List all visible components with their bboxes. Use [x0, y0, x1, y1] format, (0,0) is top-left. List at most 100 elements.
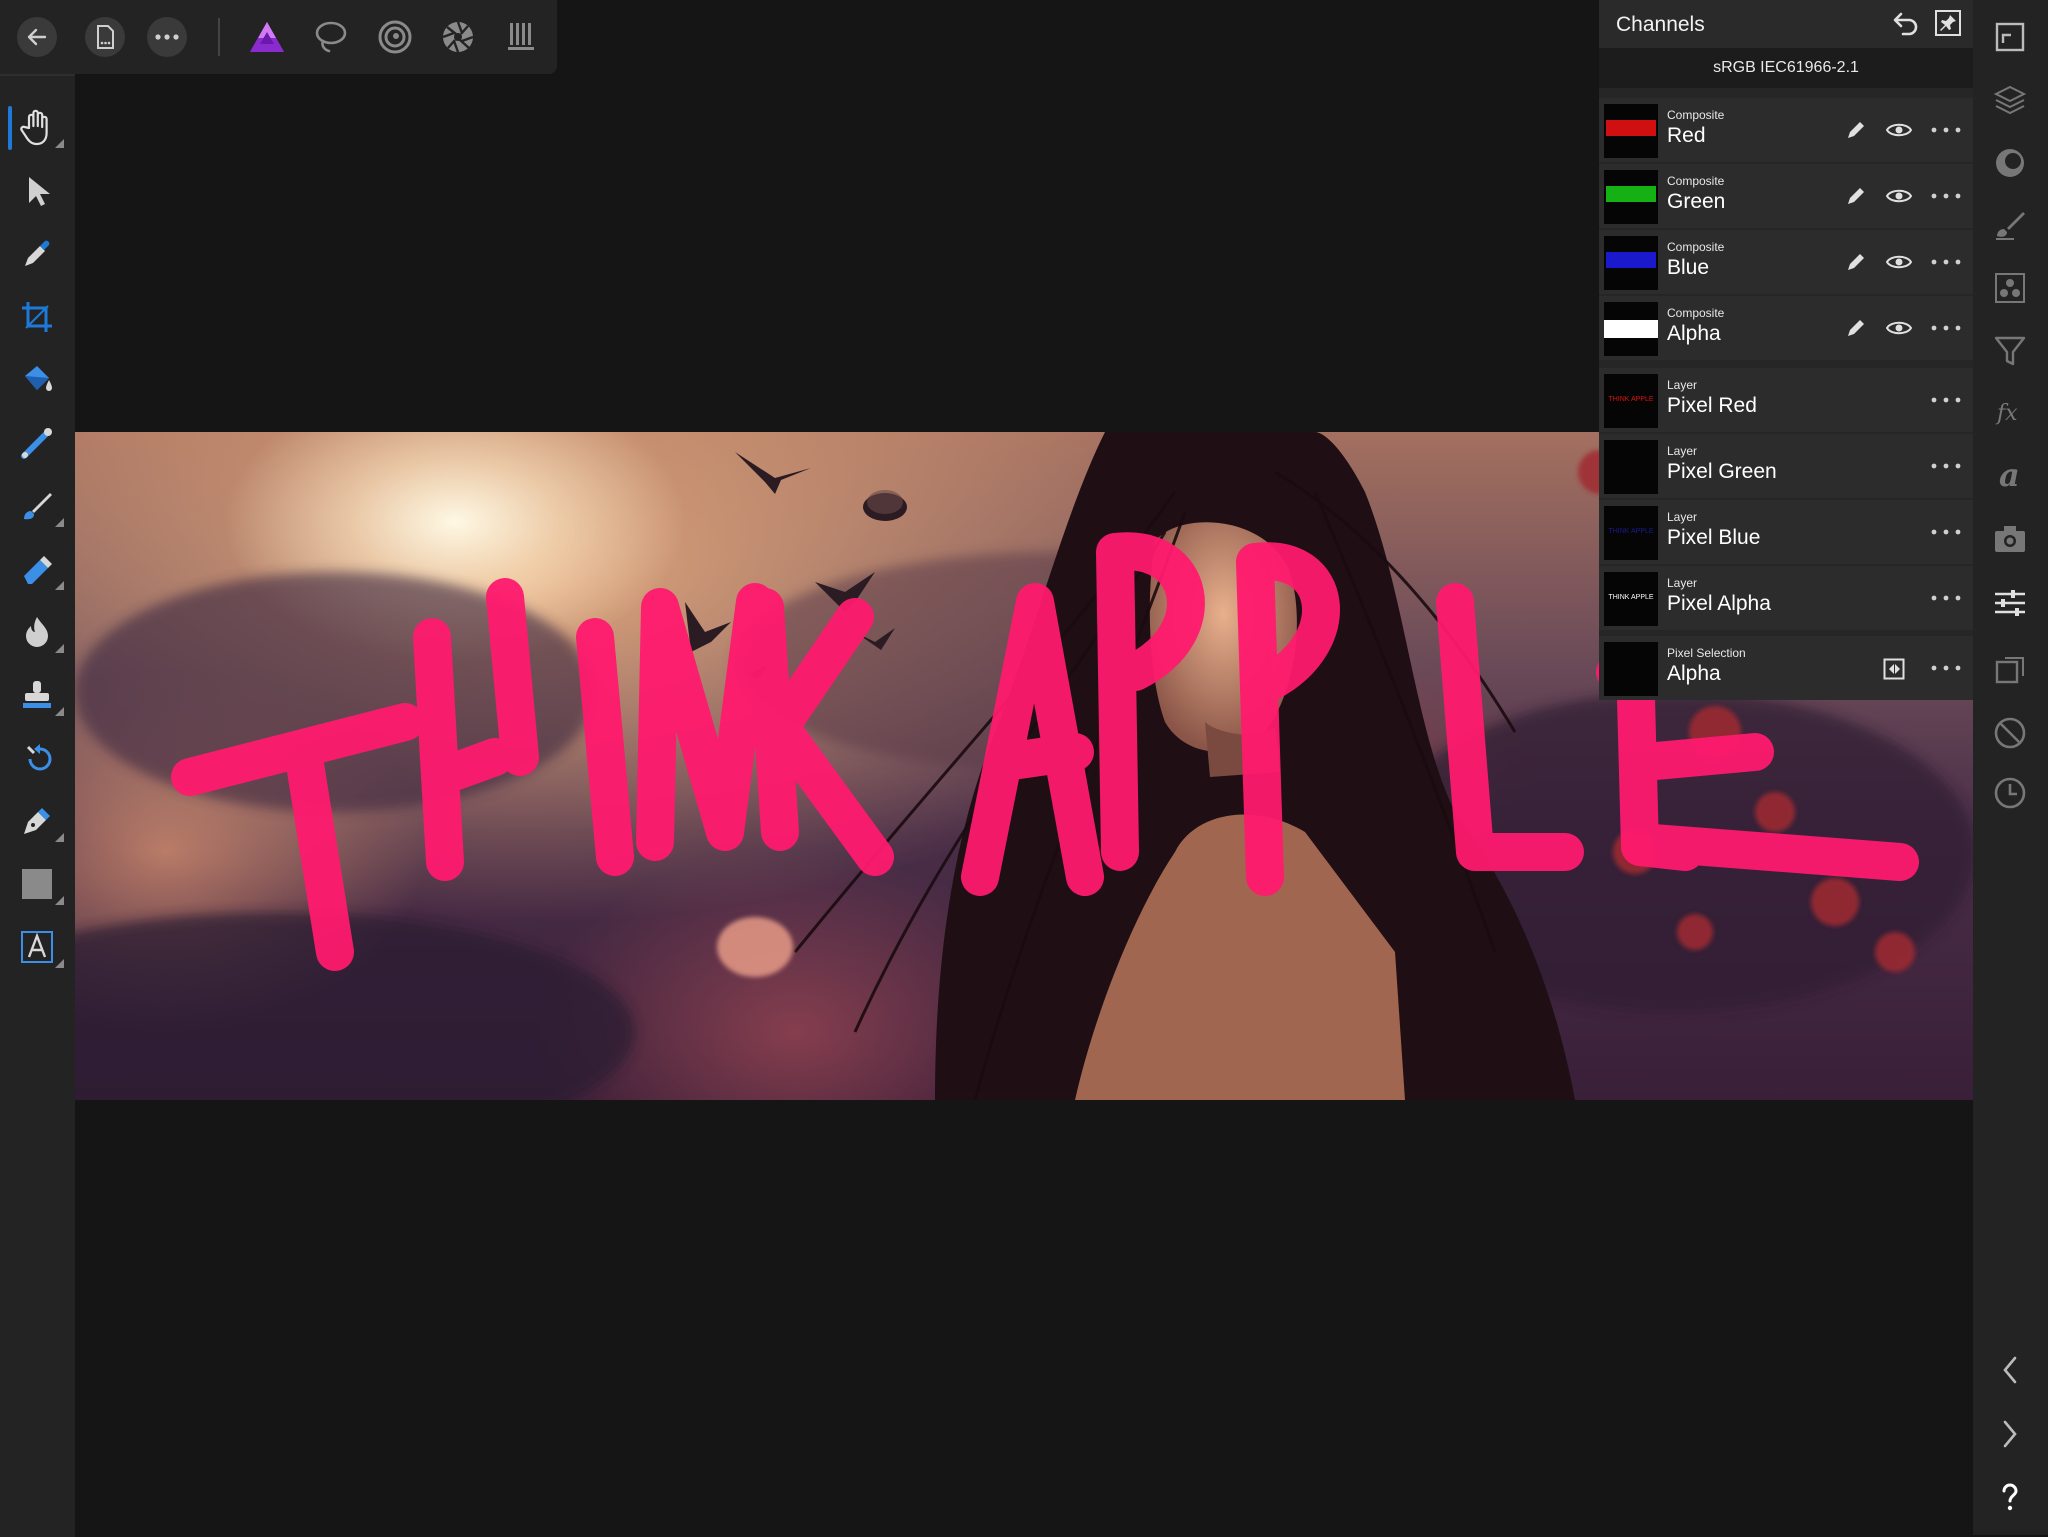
row-more-icon[interactable]	[1928, 456, 1964, 476]
visibility-eye-icon[interactable]	[1886, 120, 1912, 140]
navigator-studio-button[interactable]	[1987, 14, 2033, 60]
channel-name: Alpha	[1667, 662, 1721, 685]
fx-studio-button[interactable]: fx	[1987, 390, 2033, 436]
color-picker-tool[interactable]	[14, 231, 60, 277]
stock-icon	[1994, 717, 2026, 749]
undo-icon[interactable]	[1889, 9, 1919, 39]
hand-tool-icon	[20, 109, 48, 146]
channel-thumbnail	[1604, 104, 1658, 158]
tool-flyout-indicator	[55, 707, 64, 716]
more-icon	[155, 34, 179, 40]
row-more-icon[interactable]	[1928, 390, 1964, 410]
visibility-eye-icon[interactable]	[1886, 318, 1912, 338]
channels-studio-button[interactable]	[1987, 140, 2033, 186]
filters-studio-button[interactable]	[1987, 328, 2033, 374]
visibility-eye-icon[interactable]	[1886, 252, 1912, 272]
undo-brush-tool[interactable]	[14, 735, 60, 781]
mask-toggle-icon[interactable]	[1883, 658, 1905, 680]
flood-fill-tool[interactable]	[14, 357, 60, 403]
row-more-icon[interactable]	[1928, 120, 1964, 140]
channel-category: Composite	[1667, 240, 1725, 254]
liquify-persona-button[interactable]	[374, 16, 416, 58]
row-more-icon[interactable]	[1928, 252, 1964, 272]
transform-icon	[1995, 657, 2024, 684]
crop-tool-icon	[22, 302, 52, 332]
channel-row-composite-blue[interactable]: Composite Blue	[1599, 230, 1973, 294]
swatches-studio-button[interactable]	[1987, 265, 2033, 311]
panel-title: Channels	[1616, 13, 1705, 36]
row-more-icon[interactable]	[1928, 588, 1964, 608]
move-tool[interactable]	[14, 168, 60, 214]
burn-brush-tool[interactable]	[14, 609, 64, 655]
snapshots-studio-button[interactable]	[1987, 516, 2033, 562]
channel-name: Blue	[1667, 256, 1710, 279]
affinity-photo-persona-icon	[250, 22, 284, 52]
channel-row-layer-pixel-alpha[interactable]: THINK APPLE Layer Pixel Alpha	[1599, 566, 1973, 630]
channel-row-layer-pixel-green[interactable]: Layer Pixel Green	[1599, 434, 1973, 498]
channel-row-composite-green[interactable]: Composite Green	[1599, 164, 1973, 228]
navigator-icon	[1995, 22, 2025, 52]
row-more-icon[interactable]	[1928, 318, 1964, 338]
collapse-panel-button[interactable]	[1987, 1347, 2033, 1393]
swatches-icon	[1995, 273, 2025, 303]
text-styles-icon: a	[1999, 456, 2020, 494]
edit-channel-pencil-icon[interactable]	[1844, 184, 1868, 208]
channel-name: Pixel Alpha	[1667, 592, 1771, 615]
channel-name: Pixel Green	[1667, 460, 1777, 483]
text-tool[interactable]	[14, 924, 64, 970]
clone-stamp-tool[interactable]	[14, 672, 64, 718]
channel-category: Composite	[1667, 306, 1725, 320]
adjustments-studio-button[interactable]	[1987, 580, 2033, 626]
text-styles-studio-button[interactable]: a	[1987, 452, 2033, 498]
tools-panel	[0, 74, 75, 1537]
transform-studio-button[interactable]	[1987, 648, 2033, 694]
flood-fill-icon	[25, 366, 52, 391]
channel-category: Composite	[1667, 108, 1725, 122]
channel-row-composite-alpha[interactable]: Composite Alpha	[1599, 296, 1973, 360]
crop-tool[interactable]	[14, 294, 60, 340]
gradient-tool[interactable]	[14, 420, 60, 466]
paint-brush-tool[interactable]	[14, 483, 64, 529]
move-tool-icon	[29, 177, 50, 206]
toolbar-divider	[218, 18, 220, 56]
channel-category: Layer	[1667, 510, 1698, 524]
layers-icon	[1993, 85, 2027, 115]
edit-channel-pencil-icon[interactable]	[1844, 118, 1868, 142]
row-more-icon[interactable]	[1928, 186, 1964, 206]
thumbnail-text: THINK APPLE	[1608, 396, 1654, 403]
pen-tool[interactable]	[14, 798, 64, 844]
liquify-persona-icon	[378, 20, 412, 54]
hand-tool[interactable]	[14, 104, 64, 150]
photo-persona-button[interactable]	[246, 16, 288, 58]
channel-row-layer-pixel-blue[interactable]: THINK APPLE Layer Pixel Blue	[1599, 500, 1973, 564]
develop-persona-button[interactable]	[437, 16, 479, 58]
develop-persona-icon	[442, 21, 474, 53]
channel-name: Red	[1667, 124, 1706, 147]
erase-brush-tool[interactable]	[14, 546, 64, 592]
channel-thumbnail: THINK APPLE	[1604, 506, 1658, 560]
row-more-icon[interactable]	[1928, 658, 1964, 678]
channel-row-layer-pixel-red[interactable]: THINK APPLE Layer Pixel Red	[1599, 368, 1973, 432]
edit-channel-pencil-icon[interactable]	[1844, 250, 1868, 274]
tool-flyout-indicator	[55, 896, 64, 905]
history-studio-button[interactable]	[1987, 770, 2033, 816]
back-button[interactable]	[17, 17, 57, 57]
more-button[interactable]	[147, 17, 187, 57]
selection-persona-button[interactable]	[310, 16, 352, 58]
row-more-icon[interactable]	[1928, 522, 1964, 542]
tool-flyout-indicator	[55, 959, 64, 968]
stock-studio-button[interactable]	[1987, 710, 2033, 756]
tone-mapping-persona-button[interactable]	[500, 16, 542, 58]
edit-channel-pencil-icon[interactable]	[1844, 316, 1868, 340]
brushes-studio-button[interactable]	[1987, 202, 2033, 248]
document-button[interactable]	[85, 17, 125, 57]
visibility-eye-icon[interactable]	[1886, 186, 1912, 206]
channel-row-pixel-selection-alpha[interactable]: Pixel Selection Alpha	[1599, 636, 1973, 700]
rectangle-tool[interactable]	[14, 861, 64, 907]
channel-thumbnail	[1604, 170, 1658, 224]
expand-panel-button[interactable]	[1987, 1411, 2033, 1457]
pin-panel-button[interactable]	[1935, 10, 1961, 36]
help-button[interactable]	[1987, 1474, 2033, 1520]
layers-studio-button[interactable]	[1987, 78, 2033, 124]
channel-row-composite-red[interactable]: Composite Red	[1599, 98, 1973, 162]
